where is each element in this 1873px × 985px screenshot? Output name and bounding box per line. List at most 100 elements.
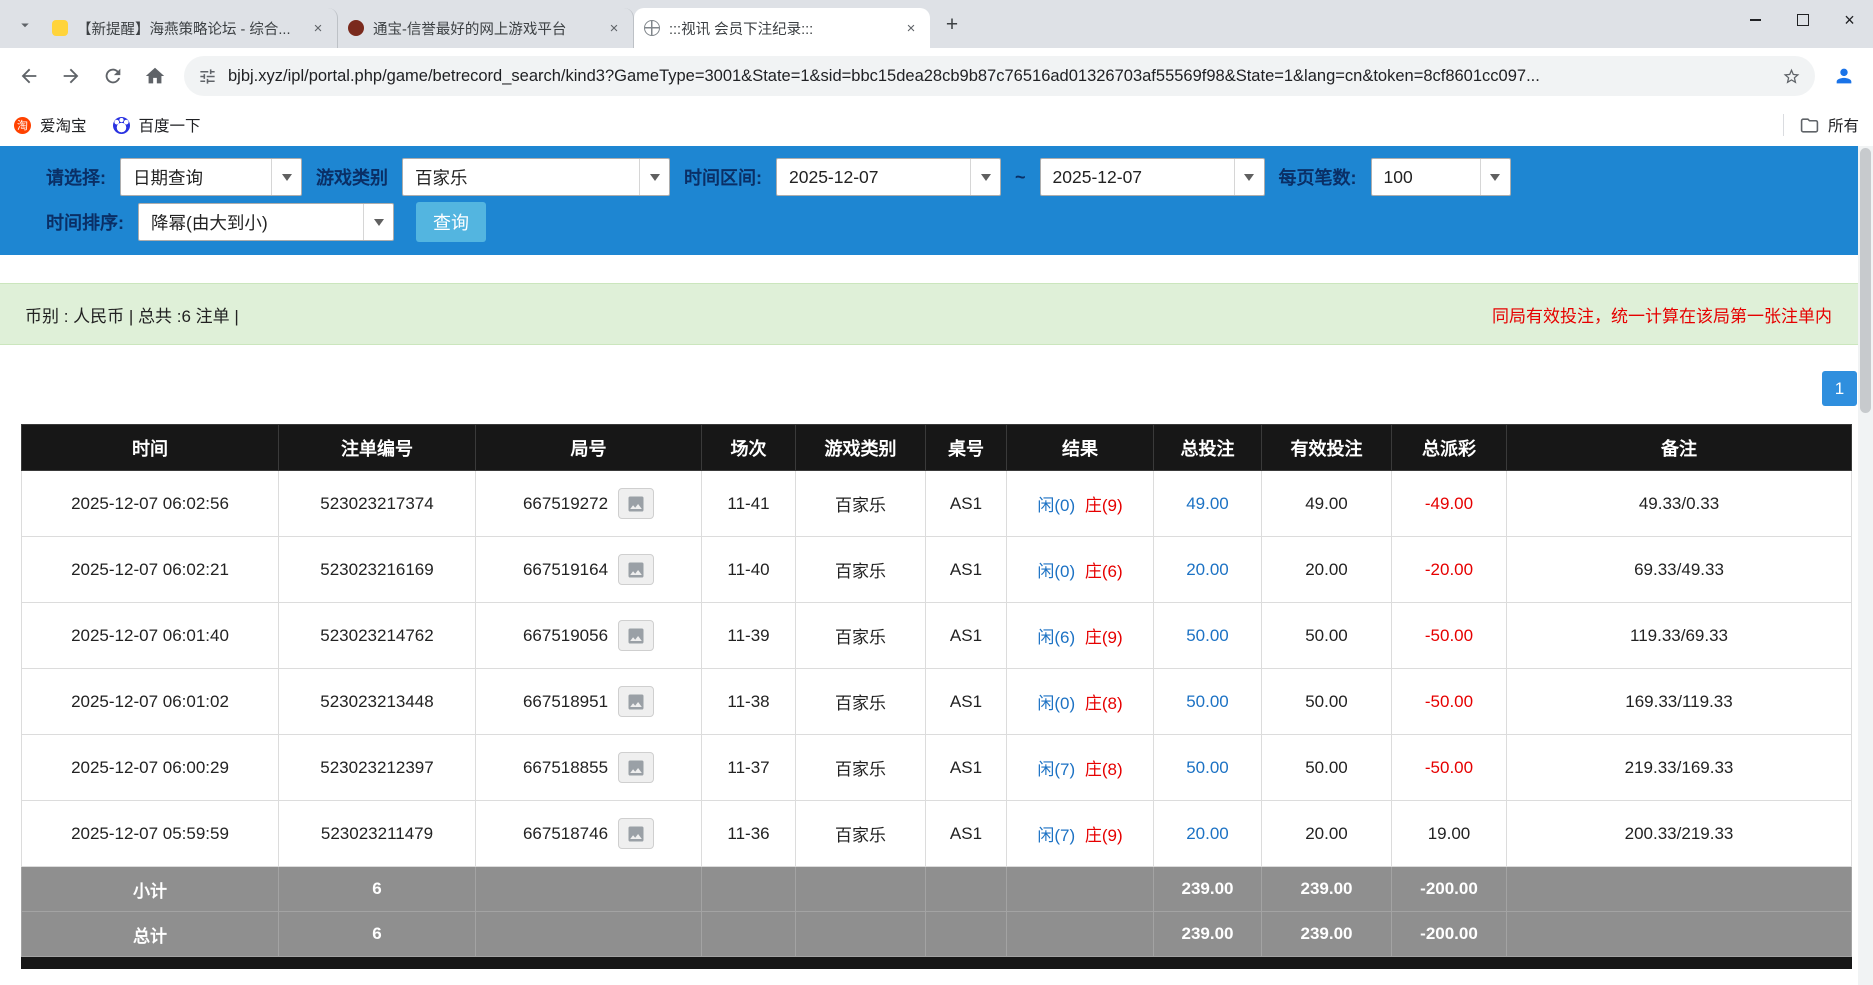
chevron-down-icon[interactable] [1234,159,1264,195]
cell-game-type: 百家乐 [796,537,926,603]
tab-search-chevron-icon[interactable] [10,10,40,40]
all-bookmarks-folder[interactable]: 所有 [1783,114,1859,136]
bet-records-table: 时间注单编号局号场次游戏类别桌号结果总投注有效投注总派彩备注 2025-12-0… [21,424,1852,957]
tab-title: 通宝-信誉最好的网上游戏平台 [373,18,599,39]
baidu-icon [113,117,130,134]
table-row: 2025-12-07 05:59:59 523023211479 6675187… [22,801,1852,867]
cell-remark: 69.33/49.33 [1507,537,1852,603]
chevron-down-icon[interactable] [639,159,669,195]
cell-session: 11-38 [702,669,796,735]
forward-button[interactable] [52,57,90,95]
chevron-down-icon[interactable] [970,159,1000,195]
cell-round: 667519164 [476,537,702,603]
page-scrollbar[interactable] [1858,146,1873,985]
chevron-down-icon[interactable] [1480,159,1510,195]
search-button[interactable]: 查询 [416,202,486,242]
tab-close-icon[interactable]: × [605,19,623,37]
new-tab-button[interactable]: + [938,11,966,39]
browser-tab[interactable]: 【新提醒】海燕策略论坛 - 综合...× [42,8,338,48]
sort-label: 时间排序: [46,209,124,235]
column-header: 桌号 [926,425,1007,471]
close-button[interactable]: × [1826,0,1873,40]
date-range-label: 时间区间: [684,164,762,190]
address-bar[interactable]: bjbj.xyz/ipl/portal.php/game/betrecord_s… [184,56,1815,96]
replay-button[interactable] [618,686,654,717]
summary-note: 同局有效投注，统一计算在该局第一张注单内 [1492,302,1848,327]
round-number: 667519056 [523,626,608,646]
query-type-select[interactable]: 日期查询 [120,158,302,196]
subtotal-row: 小计 6 239.00 239.00 -200.00 [22,867,1852,912]
round-number: 667519164 [523,560,608,580]
home-button[interactable] [136,57,174,95]
profile-icon[interactable] [1825,57,1863,95]
cell-total-bet[interactable]: 50.00 [1154,735,1262,801]
cell-bet-id: 523023212397 [279,735,476,801]
cell-total-bet[interactable]: 50.00 [1154,669,1262,735]
tab-close-icon[interactable]: × [902,19,920,37]
cell-remark: 49.33/0.33 [1507,471,1852,537]
back-button[interactable] [10,57,48,95]
folder-icon [1800,116,1819,135]
tab-strip: 【新提醒】海燕策略论坛 - 综合...× 通宝-信誉最好的网上游戏平台 ×:::视讯… [0,0,1873,48]
round-number: 667519272 [523,494,608,514]
cell-result: 闲(0) 庄(6) [1007,537,1154,603]
replay-icon [626,758,646,778]
result-player: 闲(6) [1037,628,1075,647]
total-count: 6 [279,912,476,957]
bookmark-item[interactable]: 爱淘宝 [14,114,87,136]
forum-favicon [52,20,68,36]
cell-game-type: 百家乐 [796,669,926,735]
cell-total-bet[interactable]: 50.00 [1154,603,1262,669]
cell-session: 11-37 [702,735,796,801]
replay-icon [626,626,646,646]
column-header: 场次 [702,425,796,471]
cell-total-bet[interactable]: 49.00 [1154,471,1262,537]
sort-select[interactable]: 降幂(由大到小) [138,203,394,241]
result-banker: 庄(9) [1085,826,1123,845]
date-to-select[interactable]: 2025-12-07 [1040,158,1265,196]
browser-toolbar: bjbj.xyz/ipl/portal.php/game/betrecord_s… [0,48,1873,104]
bookmark-item[interactable]: 百度一下 [113,114,201,136]
round-number: 667518746 [523,824,608,844]
cell-result: 闲(0) 庄(8) [1007,669,1154,735]
game-type-select[interactable]: 百家乐 [402,158,670,196]
cell-table-no: AS1 [926,735,1007,801]
minimize-button[interactable] [1732,0,1779,40]
cell-round: 667518855 [476,735,702,801]
chevron-down-icon[interactable] [271,159,301,195]
replay-button[interactable] [618,554,654,585]
cell-result: 闲(6) 庄(9) [1007,603,1154,669]
cell-round: 667519056 [476,603,702,669]
chevron-down-icon[interactable] [363,204,393,240]
date-from-select[interactable]: 2025-12-07 [776,158,1001,196]
scrollbar-thumb[interactable] [1860,148,1871,413]
replay-button[interactable] [618,752,654,783]
bookmark-star-icon[interactable] [1782,67,1801,86]
site-settings-icon[interactable] [198,67,217,86]
browser-tab[interactable]: 通宝-信誉最好的网上游戏平台 × [338,8,634,48]
replay-button[interactable] [618,620,654,651]
refresh-button[interactable] [94,57,132,95]
cell-game-type: 百家乐 [796,471,926,537]
page-button-1[interactable]: 1 [1822,371,1857,406]
subtotal-count: 6 [279,867,476,912]
tab-close-icon[interactable]: × [309,19,327,37]
cell-total-bet[interactable]: 20.00 [1154,537,1262,603]
replay-button[interactable] [618,488,654,519]
replay-icon [626,692,646,712]
subtotal-total-bet: 239.00 [1154,867,1262,912]
cell-round: 667518746 [476,801,702,867]
column-header: 结果 [1007,425,1154,471]
total-payout: -200.00 [1392,912,1507,957]
result-player: 闲(7) [1037,826,1075,845]
bookmark-label: 爱淘宝 [40,114,87,136]
pagination: 1 [0,371,1857,406]
page-size-select[interactable]: 100 [1371,158,1511,196]
replay-button[interactable] [618,818,654,849]
url-text[interactable]: bjbj.xyz/ipl/portal.php/game/betrecord_s… [228,67,1771,86]
result-banker: 庄(9) [1085,628,1123,647]
cell-total-bet[interactable]: 20.00 [1154,801,1262,867]
browser-tab[interactable]: :::视讯 会员下注纪录:::× [634,8,930,48]
maximize-button[interactable] [1779,0,1826,40]
cell-table-no: AS1 [926,603,1007,669]
